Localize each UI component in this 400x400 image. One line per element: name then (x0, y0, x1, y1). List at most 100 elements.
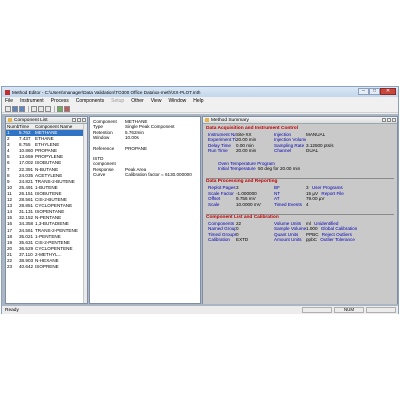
status-cell-caps (302, 307, 332, 313)
detail-value: 10.00s (125, 135, 139, 141)
title-bar[interactable]: Method Editor - C:\Users\manager\Data Va… (2, 87, 398, 97)
summary-label: Amount Units (274, 237, 302, 243)
component-list-title: Component List (14, 117, 48, 123)
gap (206, 154, 394, 161)
component-list-titlebar[interactable]: Component List (6, 117, 87, 124)
header-number[interactable]: Number (6, 124, 19, 129)
minimize-icon[interactable] (72, 118, 76, 122)
component-time: 40.642 (19, 264, 34, 270)
document-icon (8, 118, 12, 122)
calibration-grid: Components 22 Volume Units ml Unidentified N… (206, 221, 394, 243)
cut-icon[interactable] (31, 105, 37, 112)
menu-window[interactable]: Window (168, 98, 186, 104)
detail-value: PROPANE (125, 145, 148, 151)
component-name: ISOPRENE (35, 264, 59, 270)
close-icon[interactable] (392, 118, 396, 122)
summary-label: Report File (321, 190, 344, 196)
detail-top-group: Component METHANE Type Single Peak Componen… (93, 119, 198, 141)
detail-key: Reference (93, 145, 115, 151)
summary-value: 3 (306, 185, 309, 191)
method-editor-window: Method Editor - C:\Users\manager\Data Va… (1, 86, 399, 314)
window-controls: – □ ✕ (358, 88, 396, 96)
calibration-section-heading[interactable]: Component List and Calibration (206, 214, 394, 221)
summary-label: Calibration (208, 237, 230, 243)
close-icon[interactable] (82, 118, 86, 122)
menu-other[interactable]: Other (131, 98, 144, 104)
close-icon[interactable]: ✕ (380, 88, 396, 95)
summary-value: 10.0000 mV (236, 201, 261, 207)
gap (206, 207, 394, 214)
detail-key: ISTD component (93, 156, 116, 167)
component-detail-pane: Component METHANE Type Single Peak Componen… (89, 116, 201, 304)
method-summary-pane: Method Summary Data Acquisition and Inst… (202, 116, 398, 304)
summary-value: ml (306, 221, 311, 227)
summary-value: EXTD (236, 237, 249, 243)
component-list-pane: Component List Number Time Component Nam… (5, 116, 88, 304)
component-detail: Component METHANE Type Single Peak Componen… (90, 117, 200, 178)
gap (206, 171, 394, 178)
header-time[interactable]: Time (19, 124, 35, 129)
save-icon[interactable] (19, 105, 25, 112)
summary-label: Global Calibration (320, 226, 358, 232)
detail-row: ISTD component (93, 156, 198, 167)
document-icon (205, 118, 209, 122)
pane-controls (72, 118, 87, 122)
detail-bot-group: ISTD component Response Peak Area Curve Cali… (93, 156, 198, 178)
status-text: Ready (5, 307, 19, 313)
summary-label (324, 196, 326, 201)
help-icon[interactable] (64, 105, 70, 112)
summary-label: Unidentified (314, 221, 339, 227)
menu-file[interactable]: File (5, 98, 13, 104)
summary-label: User Programs (311, 185, 343, 191)
detail-value: Calibration factor = 6130.000000 (125, 172, 192, 178)
summary-value: DUAL (306, 148, 319, 154)
detail-key: Window (93, 135, 110, 141)
oven-initial-temperature-label: Initial Temperature (218, 166, 256, 172)
toolbar-separator (28, 105, 29, 112)
component-table: Number Time Component Name 15.762METHANE… (6, 124, 84, 303)
processing-grid: Replot Pages 3 BF 3 User Programs Scale Fact… (206, 185, 394, 207)
maximize-icon[interactable]: □ (369, 88, 380, 95)
paste-icon[interactable] (45, 105, 51, 112)
header-component-name[interactable]: Component Name (35, 124, 83, 129)
menu-help[interactable]: Help (193, 98, 203, 104)
summary-label: Scale (208, 201, 220, 207)
print-icon[interactable] (57, 105, 63, 112)
component-row[interactable]: 23 40.642 ISOPRENE (6, 264, 83, 270)
summary-value: 20.00 min (236, 148, 257, 154)
toolbar-separator (54, 105, 55, 112)
summary-label: Timed Events (274, 201, 302, 207)
summary-value: 15 µV (306, 190, 319, 196)
summary-label: Reject Outliers (321, 231, 352, 237)
mdi-client-area: Component List Number Time Component Nam… (2, 114, 398, 306)
summary-label: Outlier Tolerance (320, 237, 355, 243)
menu-setup[interactable]: Setup (111, 98, 124, 104)
component-list-body: Number Time Component Name 15.762METHANE… (6, 124, 87, 303)
menu-components[interactable]: Components (76, 98, 104, 104)
component-rows: 1 5.762 METHANE 2 7.437 ETHANE 3 8.755 ETHYLENE 4… (6, 130, 84, 270)
menu-bar: File Instrument Process Components Setup… (2, 97, 398, 105)
open-icon[interactable] (12, 105, 18, 112)
minimize-icon[interactable]: – (358, 88, 369, 95)
menu-view[interactable]: View (151, 98, 162, 104)
detail-row: Curve Calibration factor = 6130.000000 (93, 172, 198, 177)
maximize-icon[interactable] (387, 118, 391, 122)
summary-label (309, 202, 311, 207)
detail-row: Window 10.00s (93, 135, 198, 140)
summary-value: 4 (306, 202, 394, 207)
detail-row: Reference PROPANE (93, 146, 198, 151)
summary-value: ppbC Outlier Tolerance (306, 237, 394, 242)
menu-instrument[interactable]: Instrument (20, 98, 44, 104)
app-icon (5, 89, 10, 95)
maximize-icon[interactable] (77, 118, 81, 122)
status-cell-scrl (366, 307, 396, 313)
component-list-scrollbar[interactable] (83, 124, 87, 303)
processing-section-heading[interactable]: Data Processing and Reporting (206, 178, 394, 185)
new-icon[interactable] (5, 105, 11, 112)
summary-label: Run Time (208, 148, 228, 154)
copy-icon[interactable] (38, 105, 44, 112)
method-summary-titlebar[interactable]: Method Summary (203, 117, 397, 124)
summary-value: PPBC (306, 231, 319, 237)
menu-process[interactable]: Process (51, 98, 69, 104)
minimize-icon[interactable] (382, 118, 386, 122)
